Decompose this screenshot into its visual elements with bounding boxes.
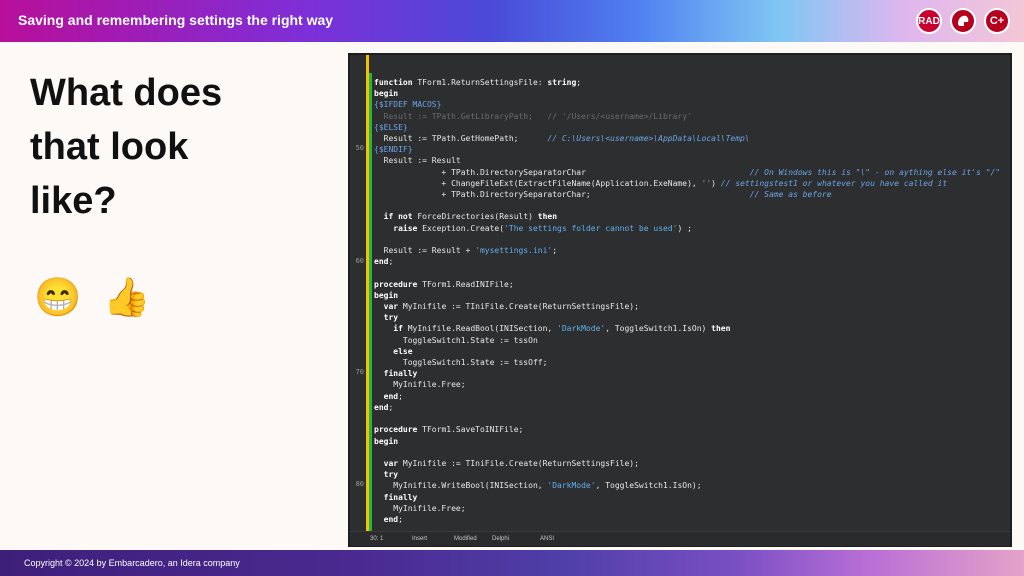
insert-mode[interactable]: Insert	[412, 536, 427, 542]
copyright-text: Copyright © 2024 by Embarcadero, an Ider…	[24, 558, 240, 568]
cursor-position: 30: 1	[370, 536, 384, 542]
code-line: if MyInifile.ReadBool(INISection, 'DarkM…	[393, 324, 731, 334]
code-line: end;	[374, 257, 394, 267]
code-line: else	[393, 346, 413, 356]
code-line: + TPath.DirectorySeparatorChar; // Same …	[374, 190, 832, 200]
line-number: 70	[355, 368, 364, 376]
code-line: {$ENDIF}	[374, 145, 413, 155]
code-line: end;	[383, 514, 403, 524]
code-line: MyInifile.Free;	[374, 380, 466, 390]
code-line: begin	[374, 436, 399, 446]
code-line: begin	[374, 89, 399, 99]
emoji-row: 😁 👍	[34, 276, 151, 320]
code-line: Result := TPath.GetLibraryPath; // '/Use…	[374, 111, 692, 121]
code-line: Result := Result + 'mysettings.ini';	[374, 246, 558, 256]
heading-line: that look	[30, 126, 189, 168]
code-line: MyInifile.Free;	[374, 503, 466, 513]
code-line: var MyInifile := TIniFile.Create(ReturnS…	[383, 458, 639, 468]
line-number-gutter: 50 60 70 80	[350, 55, 366, 531]
code-line: + TPath.DirectorySeparatorChar // On Win…	[374, 167, 1001, 177]
code-line: finally	[383, 492, 418, 502]
code-line: MyInifile.WriteBool(INISection, 'DarkMod…	[374, 481, 702, 491]
code-line: end;	[383, 391, 403, 401]
modified-state: Modified	[454, 536, 477, 542]
code-line: if not ForceDirectories(Result) then	[383, 212, 558, 222]
line-number: 60	[355, 257, 364, 265]
code-line: ToggleSwitch1.State := tssOn	[374, 335, 538, 345]
language-selector[interactable]: Delphi	[492, 536, 509, 542]
editor-status-bar: 30: 1 Insert Modified Delphi ANSI	[350, 531, 1010, 546]
footer-bar: Copyright © 2024 by Embarcadero, an Ider…	[0, 550, 1024, 576]
code-line: ToggleSwitch1.State := tssOff;	[374, 358, 548, 368]
code-line: procedure TForm1.ReadINIFile;	[374, 279, 514, 289]
code-line: + ChangeFileExt(ExtractFileName(Applicat…	[374, 178, 948, 188]
heading-line: like?	[30, 180, 117, 222]
slide-heading: What does that look like?	[30, 66, 330, 228]
code-editor[interactable]: 50 60 70 80 function TForm1.ReturnSettin…	[350, 55, 1010, 546]
code-line: end;	[374, 402, 394, 412]
logo-group: RAD C+	[916, 8, 1010, 34]
code-line: var MyInifile := TIniFile.Create(ReturnS…	[383, 302, 639, 312]
thumbs-up-icon: 👍	[103, 277, 151, 319]
code-line: Result := TPath.GetHomePath; // C:\Users…	[374, 134, 750, 144]
code-line: try	[383, 470, 399, 480]
code-line: procedure TForm1.SaveToINIFile;	[374, 425, 524, 435]
grinning-face-icon: 😁	[34, 277, 82, 319]
code-line: Result := Result	[374, 156, 461, 166]
code-line: {$ELSE}	[374, 122, 408, 132]
rad-logo: RAD	[916, 8, 942, 34]
heading-line: What does	[30, 72, 223, 114]
code-line: {$IFDEF MACOS}	[374, 100, 442, 110]
slide-title: Saving and remembering settings the righ…	[18, 12, 334, 28]
line-number: 80	[355, 480, 364, 488]
line-number: 50	[355, 144, 364, 152]
code-line: raise Exception.Create('The settings fol…	[393, 223, 692, 233]
code-line: finally	[383, 369, 418, 379]
code-line: try	[383, 313, 399, 323]
title-bar: Saving and remembering settings the righ…	[0, 0, 1024, 42]
cpp-logo: C+	[984, 8, 1010, 34]
code-line: function TForm1.ReturnSettingsFile: stri…	[374, 78, 582, 87]
code-line: begin	[374, 290, 399, 300]
delphi-helmet-logo	[950, 8, 976, 34]
code-text[interactable]: function TForm1.ReturnSettingsFile: stri…	[374, 77, 1000, 525]
encoding-selector[interactable]: ANSI	[540, 536, 554, 542]
saved-lines-marker	[369, 73, 372, 531]
